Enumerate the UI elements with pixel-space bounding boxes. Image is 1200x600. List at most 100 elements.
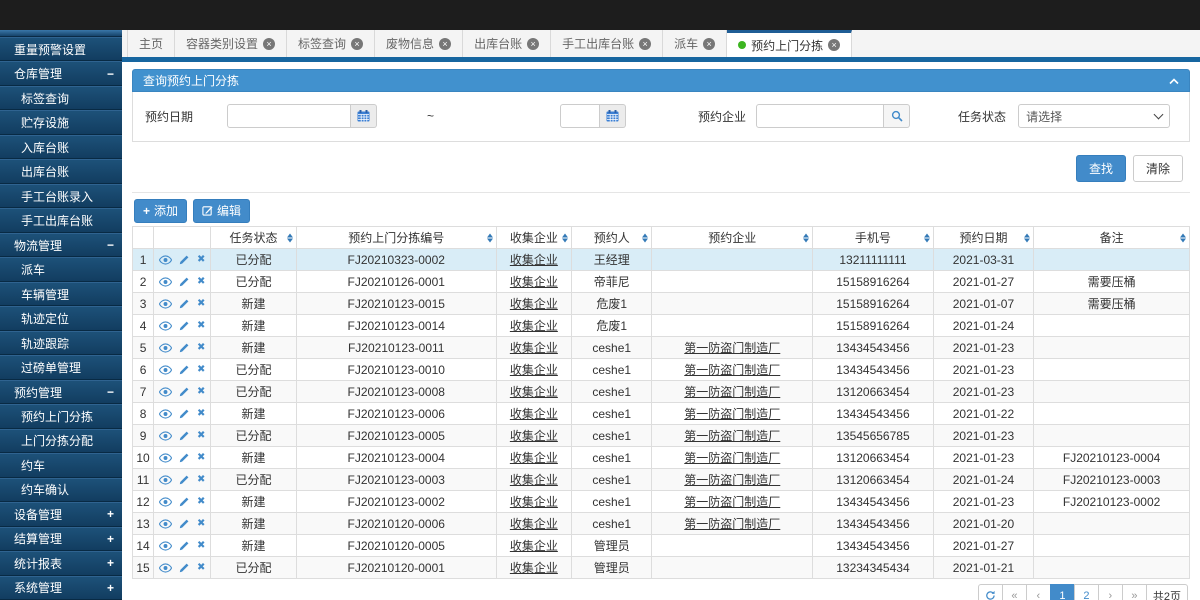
sort-icon[interactable] <box>642 233 648 242</box>
appoint-company-link[interactable]: 第一防盗门制造厂 <box>684 495 780 509</box>
date-from-calendar-icon[interactable] <box>351 104 377 128</box>
edit-pencil-icon[interactable] <box>179 430 190 441</box>
view-eye-icon[interactable] <box>159 321 172 331</box>
sidebar-item[interactable]: 系统管理+ <box>0 576 122 600</box>
clear-button[interactable]: 清除 <box>1133 155 1183 182</box>
tab-active[interactable]: 预约上门分拣× <box>727 30 852 57</box>
tab-item[interactable]: 派车× <box>663 30 727 57</box>
sidebar-item[interactable]: 贮存设施 <box>0 110 122 134</box>
last-page-arrow[interactable]: » <box>1122 584 1147 600</box>
edit-pencil-icon[interactable] <box>179 276 190 287</box>
delete-x-icon[interactable]: ✖ <box>197 519 205 529</box>
sidebar-item[interactable]: 预约上门分拣 <box>0 404 122 428</box>
search-icon[interactable] <box>884 104 910 128</box>
collect-company-link[interactable]: 收集企业 <box>510 561 558 575</box>
tab-close-icon[interactable]: × <box>263 38 275 50</box>
delete-x-icon[interactable]: ✖ <box>197 277 205 287</box>
collect-company-link[interactable]: 收集企业 <box>510 341 558 355</box>
search-panel-header[interactable]: 查询预约上门分拣 <box>132 69 1190 92</box>
tab-close-icon[interactable]: × <box>703 38 715 50</box>
collect-company-link[interactable]: 收集企业 <box>510 495 558 509</box>
table-row[interactable]: 9✖已分配FJ20210123-0005收集企业ceshe1第一防盗门制造厂13… <box>133 425 1190 447</box>
table-row[interactable]: 1✖已分配FJ20210323-0002收集企业王经理1321111111120… <box>133 249 1190 271</box>
table-row[interactable]: 4✖新建FJ20210123-0014收集企业危废115158916264202… <box>133 315 1190 337</box>
sidebar-item[interactable]: 手工出库台账 <box>0 208 122 232</box>
sidebar-item[interactable]: 上门分拣分配 <box>0 429 122 453</box>
appoint-company-link[interactable]: 第一防盗门制造厂 <box>684 473 780 487</box>
search-button[interactable]: 查找 <box>1076 155 1126 182</box>
view-eye-icon[interactable] <box>159 497 172 507</box>
sidebar-item[interactable]: 轨迹跟踪 <box>0 331 122 355</box>
collect-company-link[interactable]: 收集企业 <box>510 297 558 311</box>
tab-item[interactable]: 主页 <box>127 30 175 57</box>
column-header[interactable]: 预约上门分拣编号 <box>296 227 496 249</box>
sidebar-item[interactable]: 车辆管理 <box>0 282 122 306</box>
table-row[interactable]: 10✖新建FJ20210123-0004收集企业ceshe1第一防盗门制造厂13… <box>133 447 1190 469</box>
column-header[interactable]: 任务状态 <box>211 227 296 249</box>
edit-pencil-icon[interactable] <box>179 320 190 331</box>
table-row[interactable]: 15✖已分配FJ20210120-0001收集企业管理员132343454342… <box>133 557 1190 579</box>
sidebar-item[interactable]: 预约管理− <box>0 380 122 404</box>
delete-x-icon[interactable]: ✖ <box>197 409 205 419</box>
tab-close-icon[interactable]: × <box>828 39 840 51</box>
sort-icon[interactable] <box>287 233 293 242</box>
view-eye-icon[interactable] <box>159 255 172 265</box>
sidebar-item[interactable]: 过磅单管理 <box>0 355 122 379</box>
company-search-input[interactable] <box>756 104 884 128</box>
delete-x-icon[interactable]: ✖ <box>197 343 205 353</box>
table-row[interactable]: 13✖新建FJ20210120-0006收集企业ceshe1第一防盗门制造厂13… <box>133 513 1190 535</box>
view-eye-icon[interactable] <box>159 431 172 441</box>
view-eye-icon[interactable] <box>159 453 172 463</box>
view-eye-icon[interactable] <box>159 475 172 485</box>
sidebar-item[interactable]: 轨迹定位 <box>0 306 122 330</box>
delete-x-icon[interactable]: ✖ <box>197 365 205 375</box>
edit-pencil-icon[interactable] <box>179 298 190 309</box>
column-header[interactable]: 预约日期 <box>933 227 1033 249</box>
sidebar-item[interactable]: 出库台账 <box>0 159 122 183</box>
collapse-chevron-up-icon[interactable] <box>1169 74 1179 88</box>
delete-x-icon[interactable]: ✖ <box>197 431 205 441</box>
edit-pencil-icon[interactable] <box>179 474 190 485</box>
collect-company-link[interactable]: 收集企业 <box>510 539 558 553</box>
appoint-company-link[interactable]: 第一防盗门制造厂 <box>684 429 780 443</box>
tab-close-icon[interactable]: × <box>639 38 651 50</box>
collect-company-link[interactable]: 收集企业 <box>510 275 558 289</box>
prev-page-arrow[interactable]: ‹ <box>1026 584 1051 600</box>
tab-item[interactable]: 标签查询× <box>287 30 375 57</box>
table-row[interactable]: 6✖已分配FJ20210123-0010收集企业ceshe1第一防盗门制造厂13… <box>133 359 1190 381</box>
edit-pencil-icon[interactable] <box>179 540 190 551</box>
delete-x-icon[interactable]: ✖ <box>197 475 205 485</box>
delete-x-icon[interactable]: ✖ <box>197 453 205 463</box>
collect-company-link[interactable]: 收集企业 <box>510 473 558 487</box>
delete-x-icon[interactable]: ✖ <box>197 255 205 265</box>
view-eye-icon[interactable] <box>159 541 172 551</box>
edit-pencil-icon[interactable] <box>179 342 190 353</box>
sidebar-item[interactable]: 手工台账录入 <box>0 184 122 208</box>
table-row[interactable]: 3✖新建FJ20210123-0015收集企业危废115158916264202… <box>133 293 1190 315</box>
sidebar-item[interactable]: 派车 <box>0 257 122 281</box>
view-eye-icon[interactable] <box>159 563 172 573</box>
sort-icon[interactable] <box>803 233 809 242</box>
sort-icon[interactable] <box>1024 233 1030 242</box>
table-row[interactable]: 7✖已分配FJ20210123-0008收集企业ceshe1第一防盗门制造厂13… <box>133 381 1190 403</box>
delete-x-icon[interactable]: ✖ <box>197 387 205 397</box>
collect-company-link[interactable]: 收集企业 <box>510 451 558 465</box>
collect-company-link[interactable]: 收集企业 <box>510 253 558 267</box>
appoint-company-link[interactable]: 第一防盗门制造厂 <box>684 517 780 531</box>
tab-item[interactable]: 手工出库台账× <box>551 30 663 57</box>
page-button[interactable]: 2 <box>1074 584 1099 600</box>
delete-x-icon[interactable]: ✖ <box>197 541 205 551</box>
sidebar-item[interactable]: 仓库管理− <box>0 61 122 85</box>
table-row[interactable]: 5✖新建FJ20210123-0011收集企业ceshe1第一防盗门制造厂134… <box>133 337 1190 359</box>
sidebar-item[interactable]: 重量预警设置 <box>0 37 122 61</box>
date-from-input[interactable] <box>227 104 351 128</box>
collect-company-link[interactable]: 收集企业 <box>510 407 558 421</box>
sort-icon[interactable] <box>924 233 930 242</box>
collect-company-link[interactable]: 收集企业 <box>510 319 558 333</box>
sidebar-item[interactable]: 约车 <box>0 453 122 477</box>
status-select[interactable]: 请选择 <box>1018 104 1170 128</box>
sidebar-item[interactable]: 设备管理+ <box>0 502 122 526</box>
next-page-arrow[interactable]: › <box>1098 584 1123 600</box>
sidebar-item[interactable]: 统计报表+ <box>0 551 122 575</box>
column-header[interactable]: 手机号 <box>813 227 934 249</box>
